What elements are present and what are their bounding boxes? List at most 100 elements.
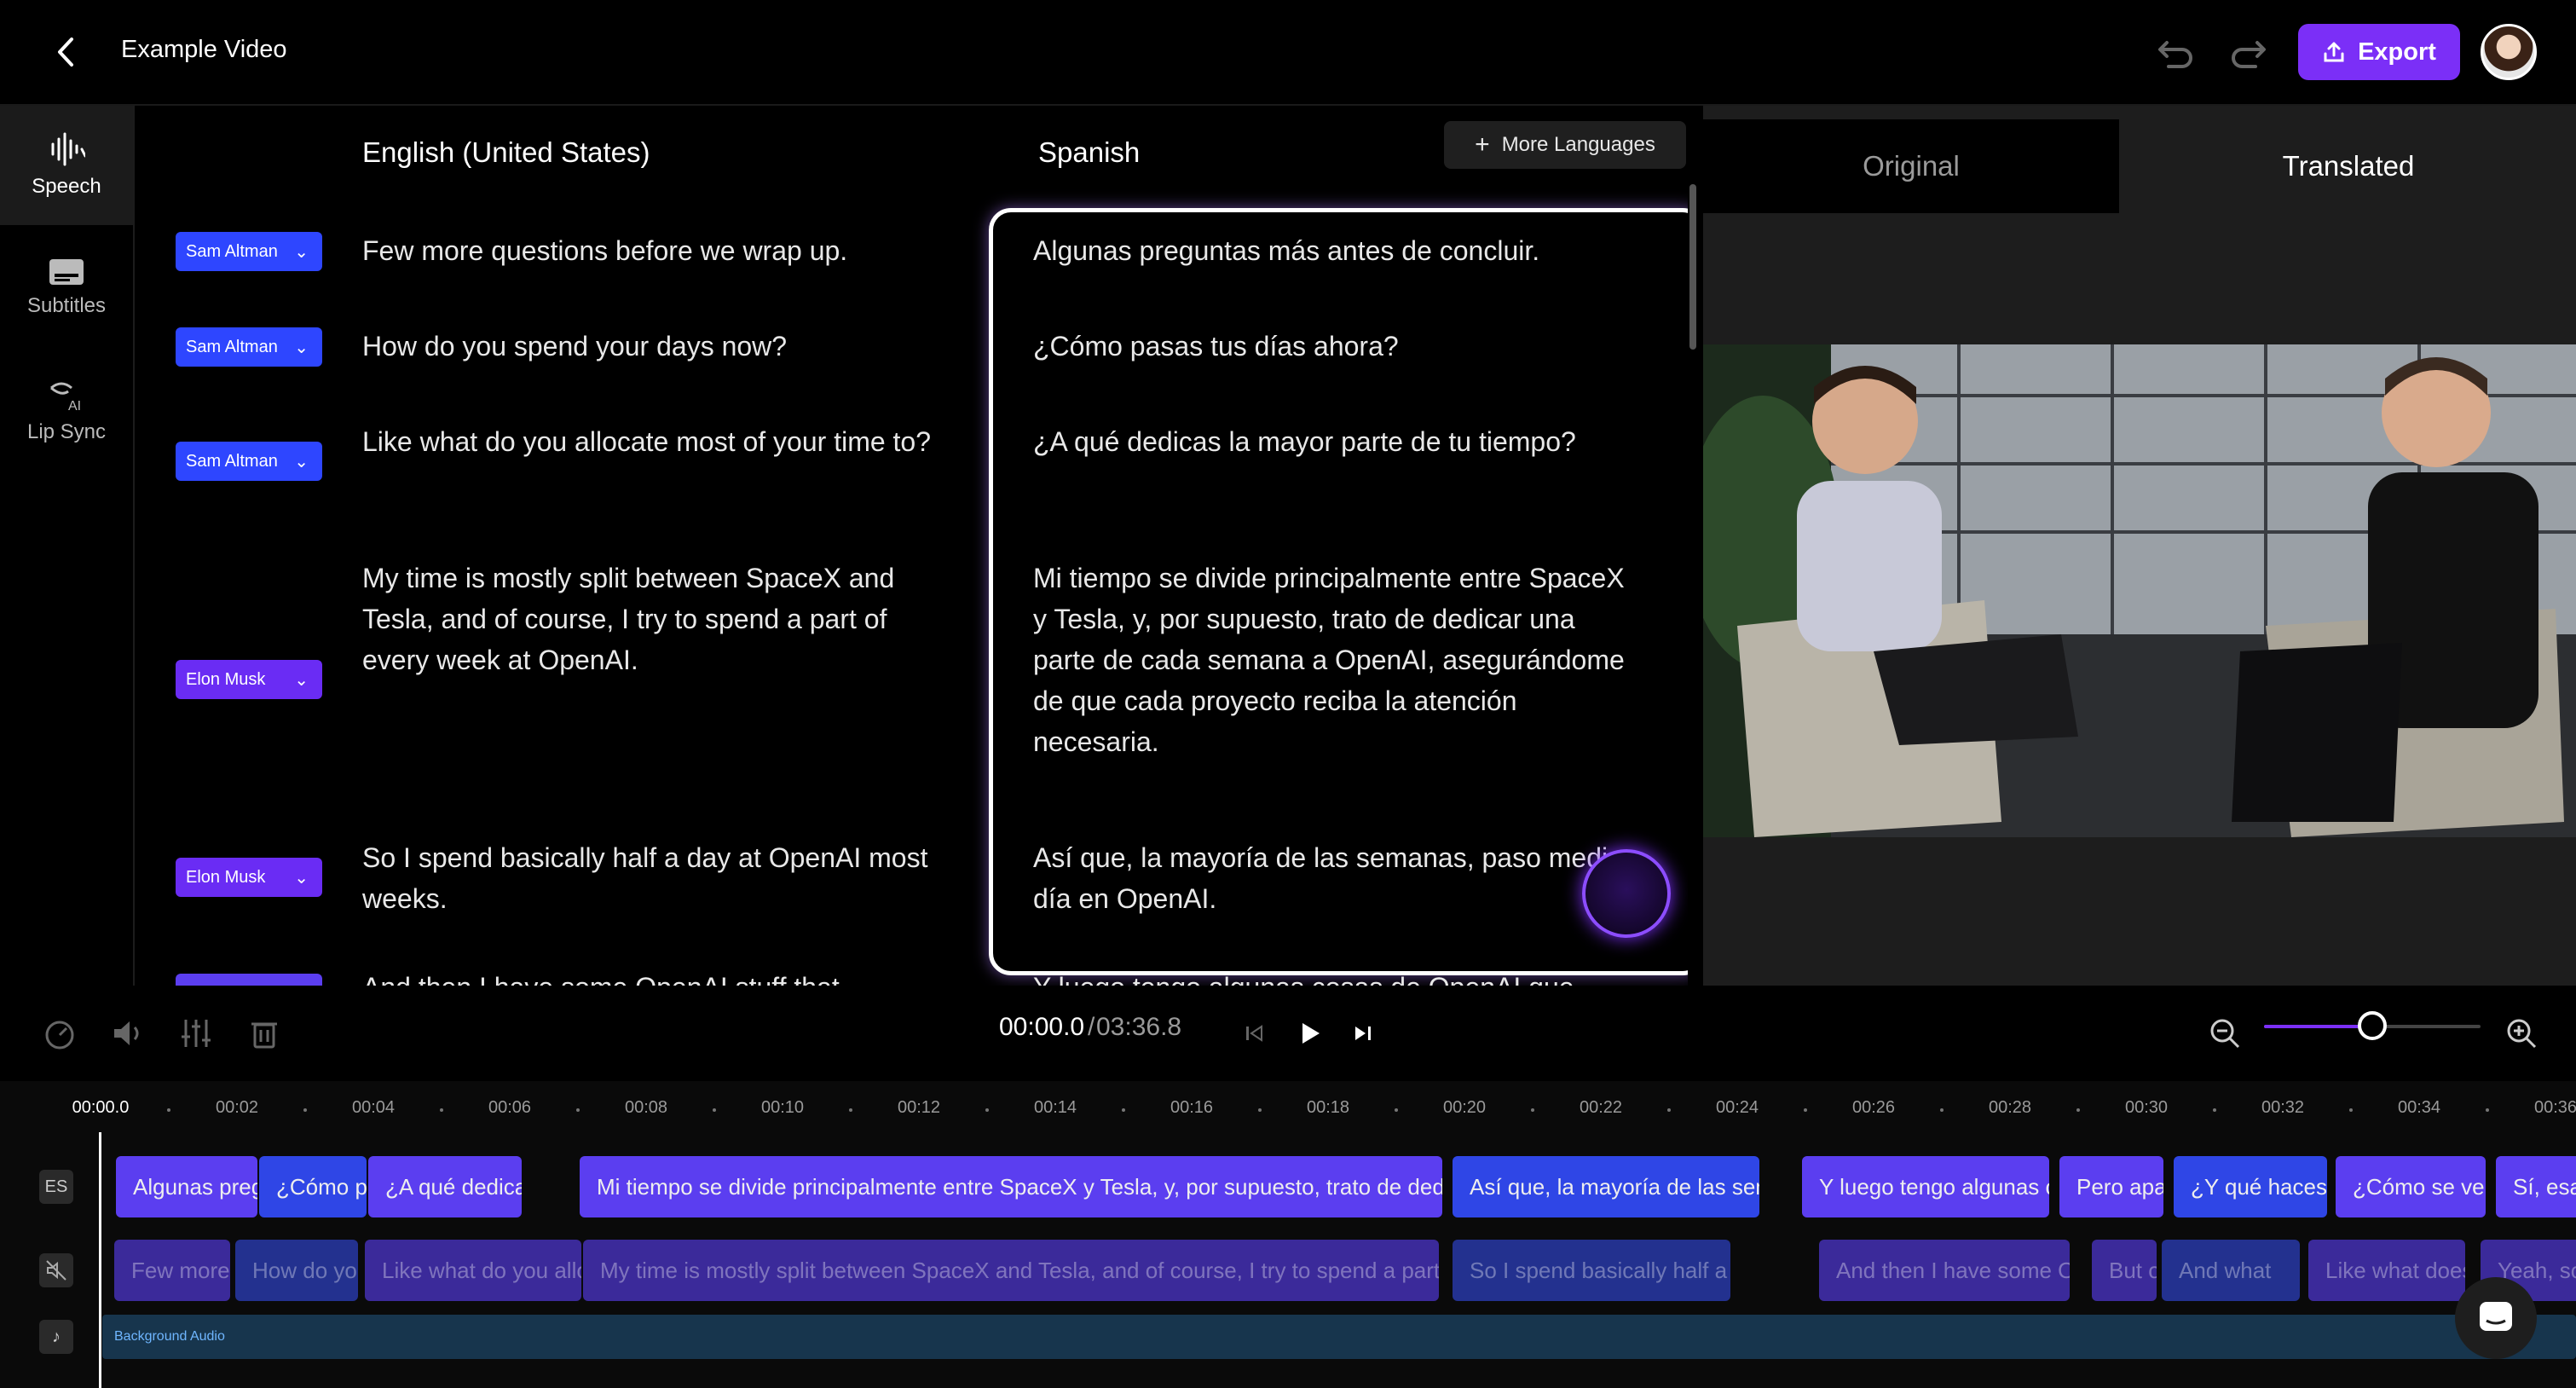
sidebar-item-speech[interactable]: Speech xyxy=(0,106,133,225)
speaker-selector[interactable]: Sam Altman ⌄ xyxy=(176,232,322,271)
track-label-muted xyxy=(39,1253,73,1287)
ruler-tick-label: 00:10 xyxy=(760,1098,805,1117)
speed-button[interactable] xyxy=(43,1016,77,1050)
ruler-minor-tick xyxy=(1122,1108,1125,1112)
video-preview-panel: Original Translated xyxy=(1703,106,2576,986)
zoom-slider-handle[interactable] xyxy=(2358,1011,2387,1040)
timeline-clip[interactable]: How do you xyxy=(235,1240,358,1301)
ruler-minor-tick xyxy=(1667,1108,1671,1112)
source-segment-text[interactable]: Like what do you allocate most of your t… xyxy=(362,421,959,462)
english-audio-track[interactable]: Few moreHow do youLike what do you alloc… xyxy=(102,1235,2576,1304)
skip-next-icon xyxy=(1355,1027,1371,1040)
play-button[interactable] xyxy=(1292,1016,1326,1050)
translated-segment-text[interactable]: Algunas preguntas más antes de concluir. xyxy=(1033,230,1630,271)
track-label-music: ♪ xyxy=(39,1320,73,1354)
video-frame[interactable] xyxy=(1703,344,2576,837)
ruler-minor-tick xyxy=(713,1108,716,1112)
mixer-button[interactable] xyxy=(179,1016,213,1050)
ruler-minor-tick xyxy=(2076,1108,2080,1112)
timeline-clip[interactable]: Like what does xyxy=(2308,1240,2465,1301)
target-language-header: Spanish xyxy=(1038,136,1141,168)
background-audio-track[interactable]: Background Audio xyxy=(102,1315,2576,1359)
skip-forward-button[interactable] xyxy=(1345,1016,1379,1050)
user-avatar[interactable] xyxy=(2481,24,2537,80)
ruler-tick-label: 00:14 xyxy=(1033,1098,1077,1117)
timeline-clip[interactable]: My time is mostly split between SpaceX a… xyxy=(583,1240,1439,1301)
translated-segment-text[interactable]: Y luego tengo algunas cosas de OpenAI qu… xyxy=(1033,967,1630,986)
tab-translated[interactable]: Translated xyxy=(2121,119,2576,213)
ruler-minor-tick xyxy=(167,1108,170,1112)
undo-button[interactable] xyxy=(2157,34,2196,70)
timeline-clip[interactable]: Sí, esa xyxy=(2496,1156,2576,1217)
timeline-clip[interactable]: ¿Cómo se ve xyxy=(2336,1156,2486,1217)
speaker-selector[interactable]: Sam Altman ⌄ xyxy=(176,442,322,481)
timeline-clip[interactable]: ¿Cómo pasas xyxy=(259,1156,367,1217)
ruler-minor-tick xyxy=(2213,1108,2216,1112)
translated-segment-text[interactable]: ¿A qué dedicas la mayor parte de tu tiem… xyxy=(1033,421,1630,462)
zoom-in-button[interactable] xyxy=(2504,1016,2538,1050)
speaker-selector[interactable]: Elon Musk ⌄ xyxy=(176,660,322,699)
redo-button[interactable] xyxy=(2228,34,2267,70)
back-button[interactable] xyxy=(53,34,82,70)
zoom-slider[interactable] xyxy=(2264,1011,2481,1040)
source-segment-text[interactable]: My time is mostly split between SpaceX a… xyxy=(362,558,959,680)
playhead[interactable] xyxy=(99,1132,101,1388)
timeline-clip[interactable]: Mi tiempo se divide principalmente entre… xyxy=(580,1156,1442,1217)
more-languages-button[interactable]: + More Languages xyxy=(1444,121,1686,169)
spanish-audio-track[interactable]: Algunas preguntas¿Cómo pasas¿A qué dedic… xyxy=(102,1151,2576,1221)
sidebar-item-label: Speech xyxy=(32,175,101,198)
skip-previous-icon xyxy=(1246,1025,1262,1042)
source-segment-text[interactable]: And then I have some OpenAI stuff that xyxy=(362,967,959,986)
timeline-clip[interactable]: And what xyxy=(2162,1240,2300,1301)
timeline-clip[interactable]: Algunas preguntas xyxy=(116,1156,257,1217)
sliders-icon xyxy=(182,1020,211,1047)
time-ruler[interactable]: 00:00.0 00:02 00:04 00:06 00:08 00:10 00:12 00:… xyxy=(72,1081,2576,1141)
trash-icon xyxy=(251,1022,277,1049)
speaker-selector[interactable] xyxy=(176,974,322,986)
translated-segment-text[interactable]: ¿Cómo pasas tus días ahora? xyxy=(1033,326,1630,367)
timeline-clip[interactable]: Few more xyxy=(114,1240,230,1301)
ai-assistant-icon[interactable] xyxy=(1582,849,1671,938)
speaker-selector[interactable]: Sam Altman ⌄ xyxy=(176,327,322,367)
chat-bubble-icon xyxy=(2480,1302,2512,1331)
ruler-tick-label: 00:18 xyxy=(1306,1098,1350,1117)
chat-support-button[interactable] xyxy=(2455,1277,2537,1359)
timeline-clip[interactable]: So I spend basically half a day xyxy=(1453,1240,1730,1301)
sidebar-item-subtitles[interactable]: Subtitles xyxy=(0,228,133,348)
ruler-minor-tick xyxy=(1258,1108,1262,1112)
undo-icon xyxy=(2158,41,2192,68)
export-label: Export xyxy=(2358,38,2436,66)
timeline-clip[interactable]: Pero aparte xyxy=(2059,1156,2163,1217)
timeline-clip[interactable]: But of xyxy=(2092,1240,2157,1301)
skip-back-button[interactable] xyxy=(1238,1016,1272,1050)
speaker-volume-icon xyxy=(114,1021,139,1045)
export-button[interactable]: Export xyxy=(2298,24,2460,80)
sidebar-item-lip-sync[interactable]: AI Lip Sync xyxy=(0,351,133,471)
source-segment-text[interactable]: Few more questions before we wrap up. xyxy=(362,230,959,271)
delete-button[interactable] xyxy=(247,1016,281,1050)
track-label-es: ES xyxy=(39,1170,73,1204)
translated-segment-text[interactable]: Así que, la mayoría de las semanas, paso… xyxy=(1033,837,1630,919)
chevron-down-icon: ⌄ xyxy=(294,868,309,888)
transcript-scrollbar[interactable] xyxy=(1689,184,1696,350)
timeline-clip[interactable]: ¿Y qué haces xyxy=(2174,1156,2327,1217)
source-segment-text[interactable]: So I spend basically half a day at OpenA… xyxy=(362,837,959,919)
speaker-selector[interactable]: Elon Musk ⌄ xyxy=(176,858,322,897)
timeline-clip[interactable]: ¿A qué dedicas xyxy=(368,1156,522,1217)
volume-button[interactable] xyxy=(111,1016,145,1050)
source-segment-text[interactable]: How do you spend your days now? xyxy=(362,326,959,367)
timeline-clip[interactable]: Y luego tengo algunas cosas xyxy=(1802,1156,2049,1217)
timeline-clip[interactable]: And then I have some OpenAI xyxy=(1819,1240,2070,1301)
playback-controls: 00:00.0 / 03:36.8 xyxy=(0,986,2576,1081)
zoom-out-button[interactable] xyxy=(2208,1016,2242,1050)
timeline-clip[interactable]: Así que, la mayoría de las semanas xyxy=(1453,1156,1759,1217)
ruler-tick-label: 00:24 xyxy=(1715,1098,1759,1117)
translated-segment-text[interactable]: Mi tiempo se divide principalmente entre… xyxy=(1033,558,1630,762)
speaker-name: Elon Musk xyxy=(186,669,266,689)
muted-speaker-icon xyxy=(46,1260,66,1281)
timeline-clip[interactable]: Like what do you allocate xyxy=(365,1240,581,1301)
ruler-tick-label: 00:34 xyxy=(2397,1098,2441,1117)
more-languages-label: More Languages xyxy=(1501,133,1655,156)
tab-original[interactable]: Original xyxy=(1703,119,2119,213)
zoom-slider-fill xyxy=(2264,1025,2372,1028)
